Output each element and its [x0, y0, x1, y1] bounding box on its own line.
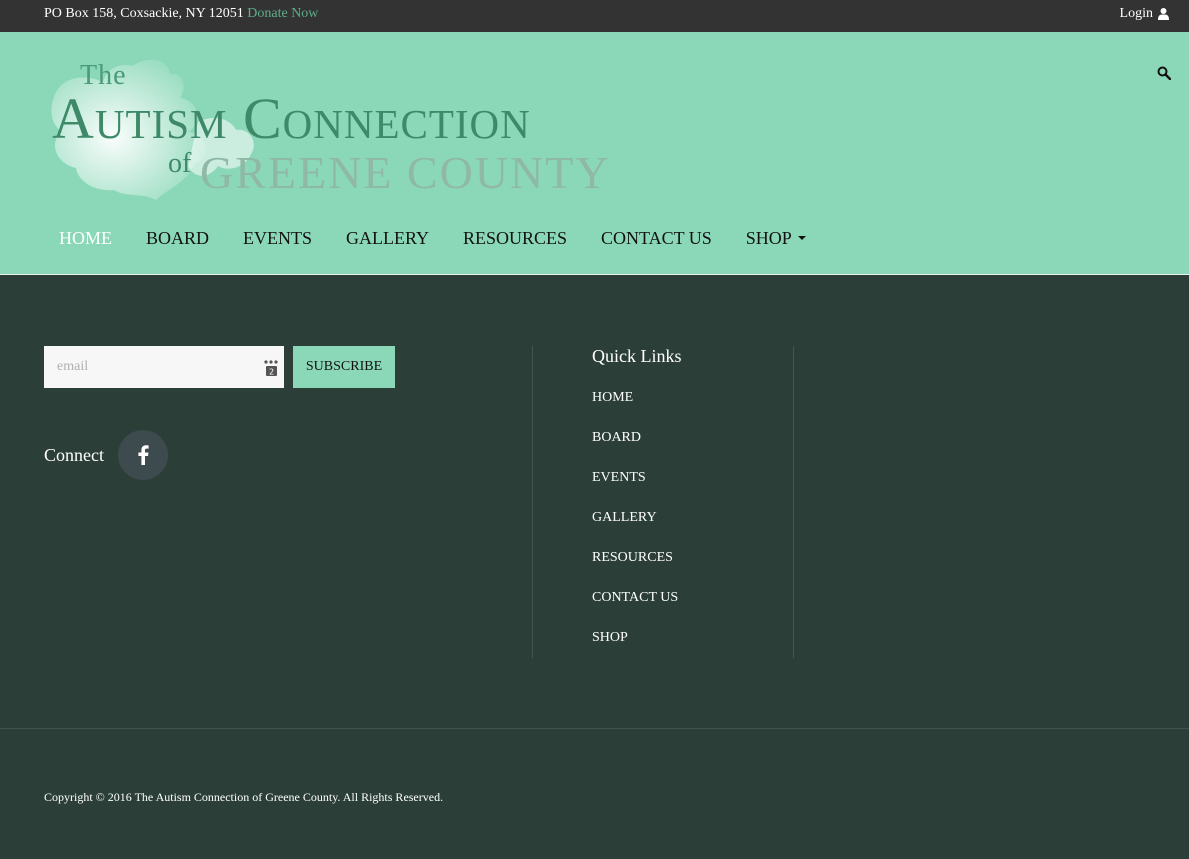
logo-county-text: GREENE COUNTY — [200, 147, 611, 198]
email-input[interactable] — [44, 346, 284, 388]
column-divider-right — [793, 346, 794, 658]
user-icon — [1158, 8, 1169, 20]
nav-events[interactable]: EVENTS — [243, 228, 312, 249]
nav-board[interactable]: BOARD — [146, 228, 209, 249]
site-logo[interactable]: The Autism Connection of GREENE COUNTY — [48, 52, 628, 202]
login-link[interactable]: Login — [1120, 6, 1169, 22]
nav-gallery[interactable]: GALLERY — [346, 228, 429, 249]
quick-link-contact-us[interactable]: CONTACT US — [592, 588, 678, 628]
nav-resources[interactable]: RESOURCES — [463, 228, 567, 249]
footer-divider — [0, 728, 1189, 729]
facebook-button[interactable] — [118, 430, 168, 480]
address-line: PO Box 158, Coxsackie, NY 12051 Donate N… — [44, 6, 318, 22]
email-field-wrapper: 2 — [44, 346, 284, 388]
connect-section: Connect — [44, 430, 168, 480]
nav-contact-us[interactable]: CONTACT US — [601, 228, 712, 249]
subscribe-form: 2 SUBSCRIBE — [44, 346, 395, 388]
quick-links-list: HOME BOARD EVENTS GALLERY RESOURCES CONT… — [592, 388, 678, 668]
facebook-icon — [138, 445, 149, 465]
quick-link-shop[interactable]: SHOP — [592, 628, 678, 668]
search-button[interactable] — [1157, 66, 1173, 82]
quick-link-events[interactable]: EVENTS — [592, 468, 678, 508]
quick-link-gallery[interactable]: GALLERY — [592, 508, 678, 548]
donate-link[interactable]: Donate Now — [247, 6, 318, 21]
quick-links-title: Quick Links — [592, 346, 682, 366]
nav-home[interactable]: HOME — [59, 228, 112, 249]
site-header: The Autism Connection of GREENE COUNTY H… — [0, 32, 1189, 275]
nav-shop[interactable]: SHOP — [746, 228, 806, 249]
autofill-icon: 2 — [264, 360, 278, 377]
login-label: Login — [1119, 6, 1153, 21]
search-icon — [1157, 66, 1172, 81]
logo-of-text: of — [168, 148, 192, 179]
svg-text:2: 2 — [269, 368, 274, 377]
quick-link-board[interactable]: BOARD — [592, 428, 678, 468]
copyright-text: Copyright © 2016 The Autism Connection o… — [44, 790, 444, 804]
connect-label: Connect — [44, 444, 104, 465]
main-nav: HOME BOARD EVENTS GALLERY RESOURCES CONT… — [44, 226, 840, 250]
quick-link-home[interactable]: HOME — [592, 388, 678, 428]
address-text: PO Box 158, Coxsackie, NY 12051 — [44, 6, 244, 21]
logo-main-text: Autism Connection — [52, 86, 531, 151]
quick-link-resources[interactable]: RESOURCES — [592, 548, 678, 588]
subscribe-button[interactable]: SUBSCRIBE — [293, 346, 395, 388]
nav-shop-label: SHOP — [745, 227, 792, 248]
column-divider-left — [532, 346, 533, 658]
caret-down-icon — [797, 236, 806, 240]
top-bar: PO Box 158, Coxsackie, NY 12051 Donate N… — [0, 0, 1189, 32]
